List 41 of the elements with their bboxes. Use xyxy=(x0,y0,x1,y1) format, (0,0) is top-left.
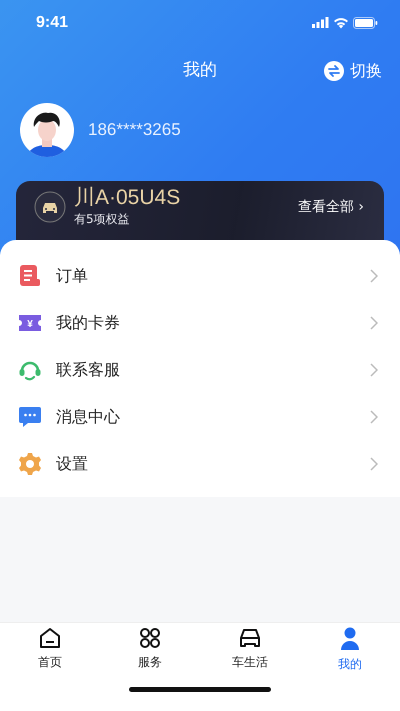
tab[interactable]: 车生活 xyxy=(200,623,300,673)
car-icon xyxy=(34,191,66,223)
avatar xyxy=(20,103,74,157)
chevron-icon xyxy=(370,362,378,376)
menu-label: 订单 xyxy=(56,264,89,286)
menu-item[interactable]: 设置 xyxy=(0,440,400,487)
status-time: 9:41 xyxy=(36,12,68,32)
chevron-icon xyxy=(370,410,378,424)
tab[interactable]: 我的 xyxy=(300,623,400,673)
gear-icon xyxy=(18,452,42,476)
page-title: 我的 xyxy=(183,59,217,82)
wifi-icon xyxy=(333,16,349,28)
battery-icon xyxy=(353,16,378,28)
menu-label: 我的卡券 xyxy=(56,312,121,334)
switch-button[interactable]: 切换 xyxy=(324,59,382,83)
chevron-icon xyxy=(370,316,378,330)
menu-label: 设置 xyxy=(56,452,89,474)
person-icon xyxy=(339,627,361,651)
tab[interactable]: 首页 xyxy=(0,623,100,673)
benefits-count: 有5项权益 xyxy=(74,210,131,228)
tab[interactable]: 服务 xyxy=(100,623,200,673)
menu-item[interactable]: 订单 xyxy=(0,252,400,299)
home-icon xyxy=(39,627,61,649)
chevron-icon xyxy=(370,268,378,282)
menu-label: 联系客服 xyxy=(56,358,121,380)
car-icon xyxy=(238,627,262,649)
phone-number: 186****3265 xyxy=(88,119,181,142)
grid-icon xyxy=(139,627,161,649)
menu-label: 消息中心 xyxy=(56,406,121,428)
ticket-icon: ¥ xyxy=(18,312,42,332)
signal-icon xyxy=(312,17,329,28)
chevron-icon xyxy=(370,456,378,470)
swap-icon xyxy=(324,61,344,81)
view-all-link[interactable]: 查看全部 › xyxy=(298,196,364,218)
vehicle-card[interactable]: 川A·05U4S 有5项权益 查看全部 › xyxy=(16,181,384,241)
license-plate: 川A·05U4S xyxy=(74,186,180,210)
document-icon xyxy=(19,264,41,286)
menu-item[interactable]: ¥ 我的卡券 xyxy=(0,299,400,346)
menu-item[interactable]: 联系客服 xyxy=(0,346,400,393)
menu-item[interactable]: 消息中心 xyxy=(0,393,400,440)
chat-icon xyxy=(18,406,42,428)
